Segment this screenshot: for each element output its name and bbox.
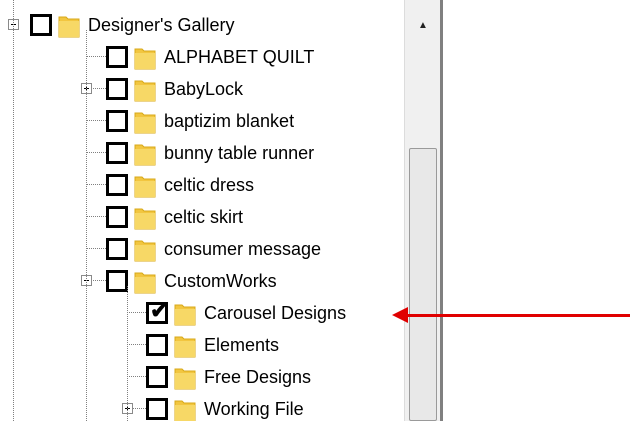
tree-item-checkbox[interactable] [146,398,168,420]
tree-item[interactable]: Working File [0,394,404,421]
tree-item-checkbox[interactable] [106,206,128,228]
folder-icon [174,332,196,358]
tree-item[interactable]: BabyLock [0,74,404,106]
tree-item[interactable]: consumer message [0,234,404,266]
folder-icon [134,44,156,70]
tree-connector [86,152,106,153]
tree-item-checkbox[interactable] [30,14,52,36]
tree-item[interactable]: bunny table runner [0,138,404,170]
tree-item-label: celtic skirt [164,207,244,227]
tree-connector [127,344,146,345]
tree-connector [127,312,146,313]
tree-item-label: celtic dress [164,175,255,195]
tree-connector [86,184,106,185]
tree-item-checkbox[interactable] [106,174,128,196]
tree-item-label: Designer's Gallery [88,15,235,35]
scroll-up-arrow-icon: ▲ [418,20,428,31]
folder-icon [174,364,196,390]
tree-item-checkbox[interactable] [106,46,128,68]
tree-connector [86,120,106,121]
folder-tree: Designer's Gallery ALPHABET QUILT BabyLock… [0,0,404,421]
tree-item-label: consumer message [164,239,322,259]
tree-item-checkbox[interactable] [106,110,128,132]
tree-item-label: Working File [204,399,304,419]
scrollbar-thumb[interactable] [409,148,437,421]
folder-icon [134,204,156,230]
tree-item-checkbox[interactable] [106,238,128,260]
checkmark-icon: ✔ [150,298,169,323]
tree-connector [86,56,106,57]
red-arrow-head-icon [392,307,408,323]
folder-icon [174,300,196,326]
folder-icon [134,268,156,294]
scroll-up-button[interactable]: ▲ [409,0,437,56]
tree-item[interactable]: ALPHABET QUILT [0,42,404,74]
tree-item-label: bunny table runner [164,143,315,163]
tree-item-label: ALPHABET QUILT [164,47,315,67]
vertical-scrollbar[interactable]: ▲ [404,0,440,421]
tree-item-checkbox[interactable] [106,78,128,100]
tree-connector [127,376,146,377]
tree-item[interactable]: Elements [0,330,404,362]
tree-item[interactable]: celtic dress [0,170,404,202]
tree-item-checkbox[interactable] [106,142,128,164]
tree-item-checkbox[interactable] [106,270,128,292]
tree-connector [127,286,128,421]
folder-icon [134,236,156,262]
tree-item-checkbox[interactable] [146,334,168,356]
tree-item[interactable]: ✔ Carousel Designs [0,298,404,330]
tree-connector [86,248,106,249]
tree-connector [13,0,14,421]
tree-item[interactable]: baptizim blanket [0,106,404,138]
tree-item-checkbox[interactable]: ✔ [146,298,169,324]
tree-item-label: Elements [204,335,280,355]
tree-connector [86,30,87,421]
tree-item-label: Carousel Designs [204,303,347,323]
folder-icon [174,396,196,421]
tree-item[interactable]: Free Designs [0,362,404,394]
folder-icon [134,172,156,198]
folder-icon [134,140,156,166]
folder-icon [134,76,156,102]
tree-item-label: baptizim blanket [164,111,295,131]
tree-item-checkbox[interactable] [146,366,168,388]
folder-icon [134,108,156,134]
panel-border [440,0,443,421]
tree-item-label: BabyLock [164,79,244,99]
tree-item[interactable]: celtic skirt [0,202,404,234]
red-arrow-icon [404,314,630,317]
tree-item[interactable]: Designer's Gallery [0,10,404,42]
tree-item-label: Free Designs [204,367,312,387]
tree-connector [86,216,106,217]
tree-item[interactable]: CustomWorks [0,266,404,298]
tree-item-label: CustomWorks [164,271,277,291]
folder-icon [58,12,80,38]
